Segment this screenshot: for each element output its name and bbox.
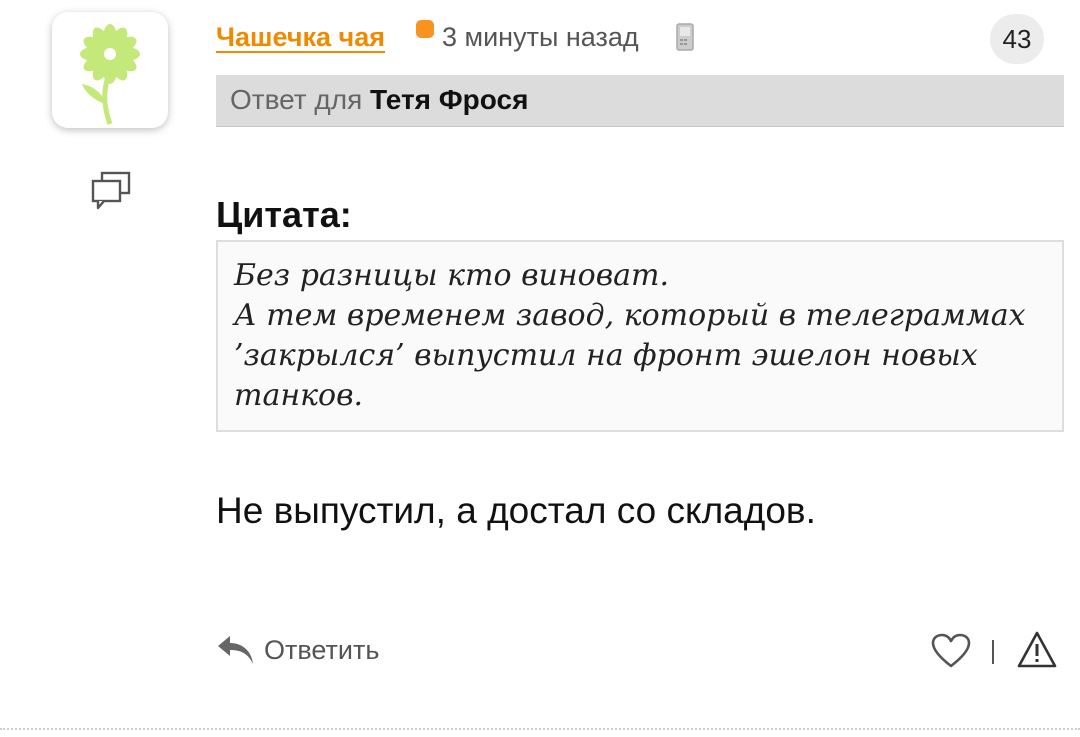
timestamp: 3 минуты назад <box>442 22 639 52</box>
quote-title: Цитата: <box>216 194 352 235</box>
author-link[interactable]: Чашечка чая <box>216 22 385 53</box>
comment-divider <box>0 728 1080 730</box>
heart-icon[interactable] <box>930 632 972 670</box>
reply-to-bar: Ответ для Тетя Фрося <box>216 75 1064 127</box>
reply-arrow-icon <box>218 636 253 664</box>
warning-triangle-icon[interactable] <box>1016 630 1058 670</box>
speech-bubbles-icon[interactable] <box>90 170 132 210</box>
mobile-phone-icon <box>676 23 694 51</box>
reply-label: Ответить <box>264 634 380 665</box>
reply-button[interactable]: Ответить <box>216 628 379 672</box>
avatar[interactable] <box>52 12 168 128</box>
reply-to-prefix: Ответ для <box>230 84 363 115</box>
comment-body: Не выпустил, а достал со складов. <box>216 490 816 531</box>
action-separator <box>992 640 994 664</box>
comment-count-badge: 43 <box>990 14 1044 64</box>
reply-to-name[interactable]: Тетя Фрося <box>370 84 528 115</box>
quote-text: Без разницы кто виноват. А тем временем … <box>234 258 1026 413</box>
comment-header: Чашечка чая 3 минуты назад 43 <box>216 14 1056 64</box>
flower-icon <box>80 24 140 125</box>
online-status-icon <box>416 20 434 38</box>
quote-block: Без разницы кто виноват. А тем временем … <box>216 240 1064 432</box>
